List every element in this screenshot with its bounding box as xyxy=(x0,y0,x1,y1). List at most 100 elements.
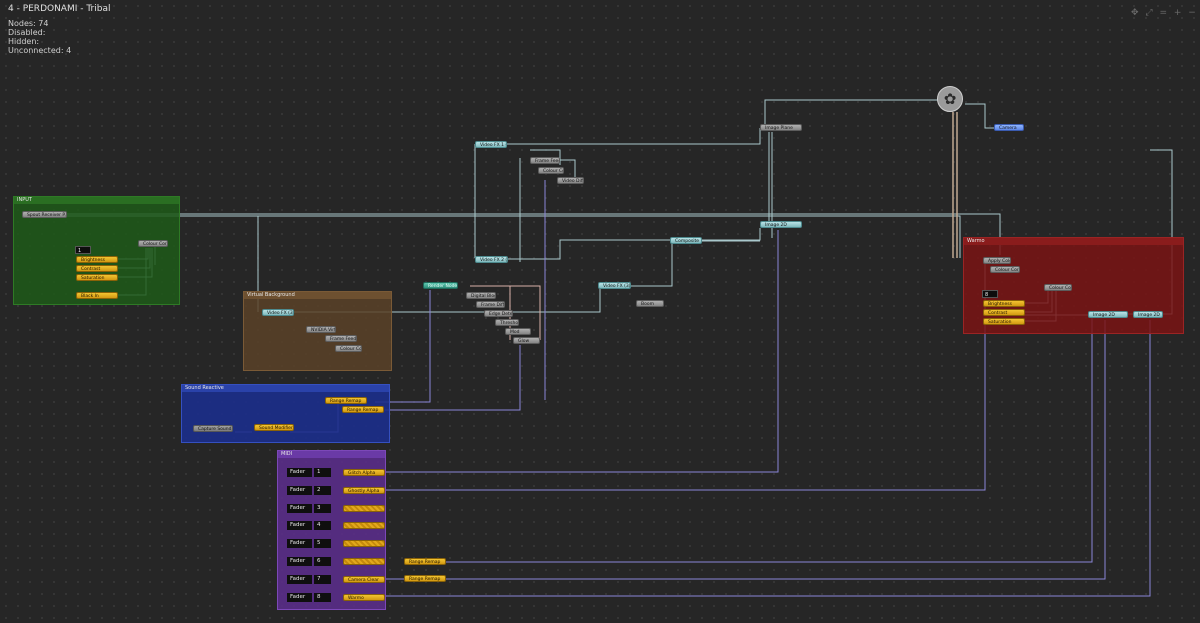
value-box-input[interactable]: 1 xyxy=(75,246,91,254)
node-camera[interactable]: Camera xyxy=(994,124,1024,131)
group-title: Warmo xyxy=(964,238,1183,245)
midi-target-node[interactable] xyxy=(343,540,385,547)
node-edge-detect[interactable]: Edge Detect xyxy=(484,310,513,317)
node-warmo-image-2d-2[interactable]: Image 2D xyxy=(1133,311,1163,318)
node-midi-range-remap-2[interactable]: Range Remap xyxy=(404,575,446,582)
root-node-gear-icon[interactable]: ✿ xyxy=(937,86,963,112)
wire xyxy=(60,213,1001,255)
midi-target-node[interactable]: Camera Clear xyxy=(343,576,385,583)
wire xyxy=(630,244,673,287)
node-warmo-colour-corr[interactable]: Colour Corr... xyxy=(990,266,1020,273)
node-warmo-brightness[interactable]: Brightness xyxy=(983,300,1025,307)
stat-nodes: Nodes: 74 xyxy=(8,19,49,28)
node-boom[interactable]: Boom xyxy=(636,300,664,307)
fader-number: 7 xyxy=(314,575,331,584)
view-toolbar[interactable]: ✥ ⤢ = + − xyxy=(1131,8,1198,18)
wire xyxy=(445,320,1106,580)
fader-number: 6 xyxy=(314,557,331,566)
node-image-plane[interactable]: Image Plane xyxy=(760,124,802,131)
node-video-fx-3[interactable]: Video FX (3) xyxy=(598,282,631,289)
node-capture-sound[interactable]: Capture Sound xyxy=(193,425,233,432)
stat-hidden: Hidden: xyxy=(8,37,40,46)
node-saturation[interactable]: Saturation xyxy=(76,274,118,281)
node-colour-correct[interactable]: Colour Corr... xyxy=(138,240,168,247)
node-warmo-image-2d-1[interactable]: Image 2D xyxy=(1088,311,1128,318)
node-video-diff[interactable]: Video Diff... xyxy=(557,177,584,184)
stat-disabled: Disabled: xyxy=(8,28,46,37)
fader-label: Fader xyxy=(287,486,312,495)
graph-stats: 4 - PERDONAMI - Tribal Nodes: 74 Disable… xyxy=(8,4,111,56)
midi-fader-row: Fader 7 Camera Clear xyxy=(287,575,387,584)
wire xyxy=(60,215,961,258)
node-contrast[interactable]: Contrast xyxy=(76,265,118,272)
node-composite[interactable]: Composite 1... xyxy=(670,237,702,244)
fader-number: 3 xyxy=(314,504,331,513)
node-vb-colour-corr[interactable]: Colour Corr... xyxy=(335,345,362,352)
node-glow[interactable]: Glow xyxy=(513,337,540,344)
group-sound-reactive[interactable]: Sound Reactive xyxy=(181,384,390,443)
wire xyxy=(375,320,1151,597)
midi-target-node[interactable] xyxy=(343,558,385,565)
wire xyxy=(965,103,995,129)
stat-unconnected: Unconnected: 4 xyxy=(8,46,72,55)
wire xyxy=(764,99,945,124)
node-warmo-colour-corr-2[interactable]: Colour Corr... xyxy=(1044,284,1072,291)
view-tools-icons[interactable]: ✥ ⤢ = + − xyxy=(1131,8,1198,18)
node-brightness[interactable]: Brightness xyxy=(76,256,118,263)
wire xyxy=(507,128,761,145)
node-spout-receiver[interactable]: Spout Receiver P... xyxy=(22,211,67,218)
midi-fader-row: Fader 1 Glitch Alpha xyxy=(287,468,387,477)
group-title: MIDI xyxy=(278,451,385,458)
midi-target-node[interactable]: Ghostly Alpha xyxy=(343,487,385,494)
fader-number: 8 xyxy=(314,593,331,602)
node-video-fx-1[interactable]: Video FX 1 (3) xyxy=(475,141,507,148)
node-mod[interactable]: Mod xyxy=(505,328,531,335)
node-apply-colour[interactable]: Apply Colo... xyxy=(983,257,1011,264)
node-video-fx-2[interactable]: Video FX 2 (3) xyxy=(475,256,508,263)
node-sound-modifier[interactable]: Sound Modifier xyxy=(254,424,294,431)
node-warmo-contrast[interactable]: Contrast xyxy=(983,309,1025,316)
node-nvidia-virtual[interactable]: NVIDIA Virt... xyxy=(306,326,336,333)
node-frame-diff[interactable]: Frame Diff... xyxy=(476,301,505,308)
node-vb-video-fx[interactable]: Video FX (3) xyxy=(262,309,294,316)
node-digital-bloom[interactable]: Digital Bloo... xyxy=(466,292,496,299)
node-black-in[interactable]: Black In xyxy=(76,292,118,299)
fader-label: Fader xyxy=(287,575,312,584)
node-image-2d[interactable]: Image 2D xyxy=(760,221,802,228)
midi-target-node[interactable] xyxy=(343,522,385,529)
node-range-remap-2[interactable]: Range Remap xyxy=(342,406,384,413)
node-threshold[interactable]: Threshold xyxy=(495,319,519,326)
midi-fader-row: Fader 8 Warmo xyxy=(287,593,387,602)
wire xyxy=(445,318,1093,563)
midi-fader-row: Fader 4 xyxy=(287,521,387,530)
group-title: Virtual Background xyxy=(244,292,391,299)
midi-target-node[interactable] xyxy=(343,505,385,512)
wire xyxy=(375,325,986,491)
fader-number: 2 xyxy=(314,486,331,495)
project-title: 4 - PERDONAMI - Tribal xyxy=(8,4,111,14)
group-title: INPUT xyxy=(14,197,179,204)
fader-label: Fader xyxy=(287,539,312,548)
node-render[interactable]: Render Node xyxy=(423,282,458,289)
node-midi-range-remap-1[interactable]: Range Remap xyxy=(404,558,446,565)
node-graph-canvas[interactable]: 4 - PERDONAMI - Tribal Nodes: 74 Disable… xyxy=(0,0,1200,623)
midi-target-node[interactable]: Glitch Alpha xyxy=(343,469,385,476)
fader-label: Fader xyxy=(287,521,312,530)
fader-label: Fader xyxy=(287,557,312,566)
node-frame-feedback[interactable]: Frame Feedb... xyxy=(530,157,560,164)
node-vb-frame-feedback[interactable]: Frame Feedb... xyxy=(325,335,357,342)
midi-fader-row: Fader 2 Ghostly Alpha xyxy=(287,486,387,495)
midi-fader-row: Fader 6 xyxy=(287,557,387,566)
node-range-remap-1[interactable]: Range Remap xyxy=(325,397,367,404)
midi-fader-row: Fader 5 xyxy=(287,539,387,548)
wire xyxy=(505,228,761,260)
fader-label: Fader xyxy=(287,468,312,477)
fader-number: 1 xyxy=(314,468,331,477)
node-colour-corr-top[interactable]: Colour Corr... xyxy=(538,167,564,174)
fader-number: 5 xyxy=(314,539,331,548)
value-box-warmo[interactable]: 8 xyxy=(982,290,998,298)
fader-number: 4 xyxy=(314,521,331,530)
midi-target-node[interactable]: Warmo xyxy=(343,594,385,601)
group-title: Sound Reactive xyxy=(182,385,389,392)
node-warmo-saturation[interactable]: Saturation xyxy=(983,318,1025,325)
